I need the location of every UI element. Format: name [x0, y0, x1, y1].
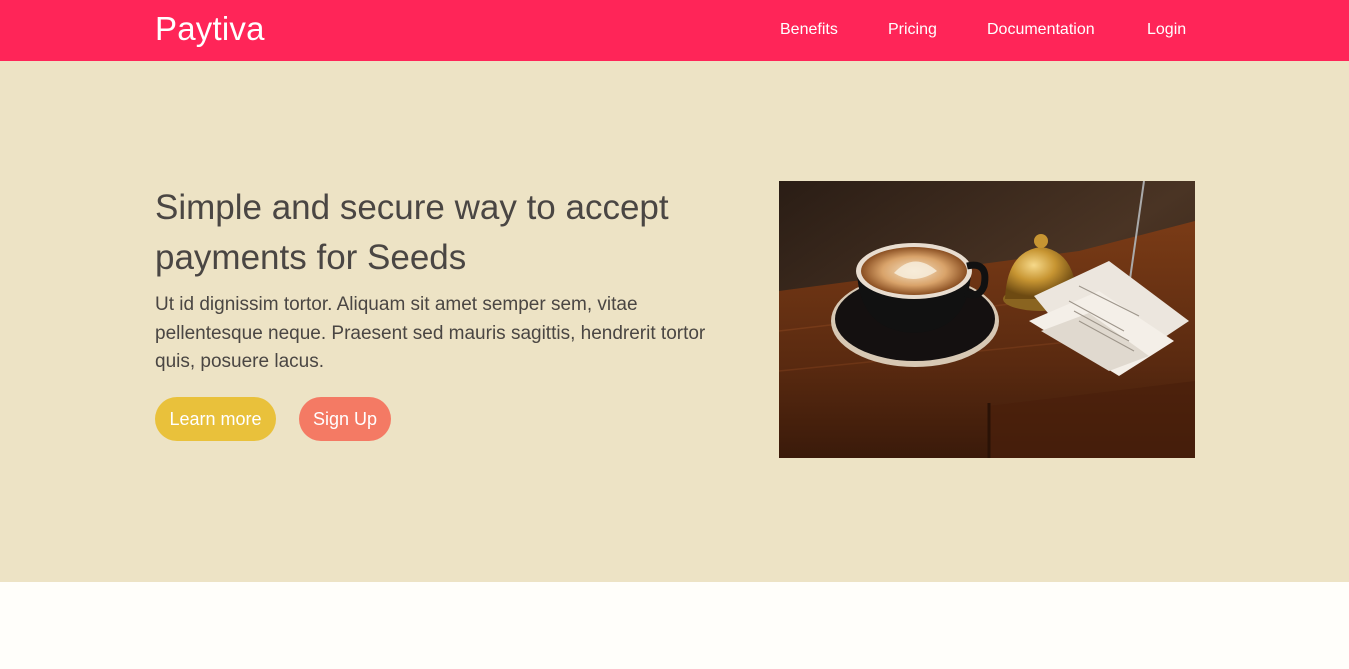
- hero-image: [779, 181, 1195, 458]
- nav-link-pricing[interactable]: Pricing: [888, 21, 937, 39]
- nav-links: Benefits Pricing Documentation Login: [0, 21, 1349, 41]
- content-section: [0, 582, 1349, 669]
- hero-section: Simple and secure way to accept payments…: [0, 61, 1349, 582]
- navbar: Paytiva Benefits Pricing Documentation L…: [0, 0, 1349, 61]
- hero-title: Simple and secure way to accept payments…: [155, 188, 669, 277]
- nav-link-documentation[interactable]: Documentation: [987, 21, 1095, 39]
- nav-link-login[interactable]: Login: [1147, 21, 1186, 39]
- hero-description: Ut id dignissim tortor. Aliquam sit amet…: [155, 294, 706, 372]
- sign-up-button[interactable]: Sign Up: [299, 397, 391, 441]
- coffee-photo-illustration: [779, 181, 1195, 458]
- learn-more-button[interactable]: Learn more: [155, 397, 276, 441]
- nav-link-benefits[interactable]: Benefits: [780, 21, 838, 39]
